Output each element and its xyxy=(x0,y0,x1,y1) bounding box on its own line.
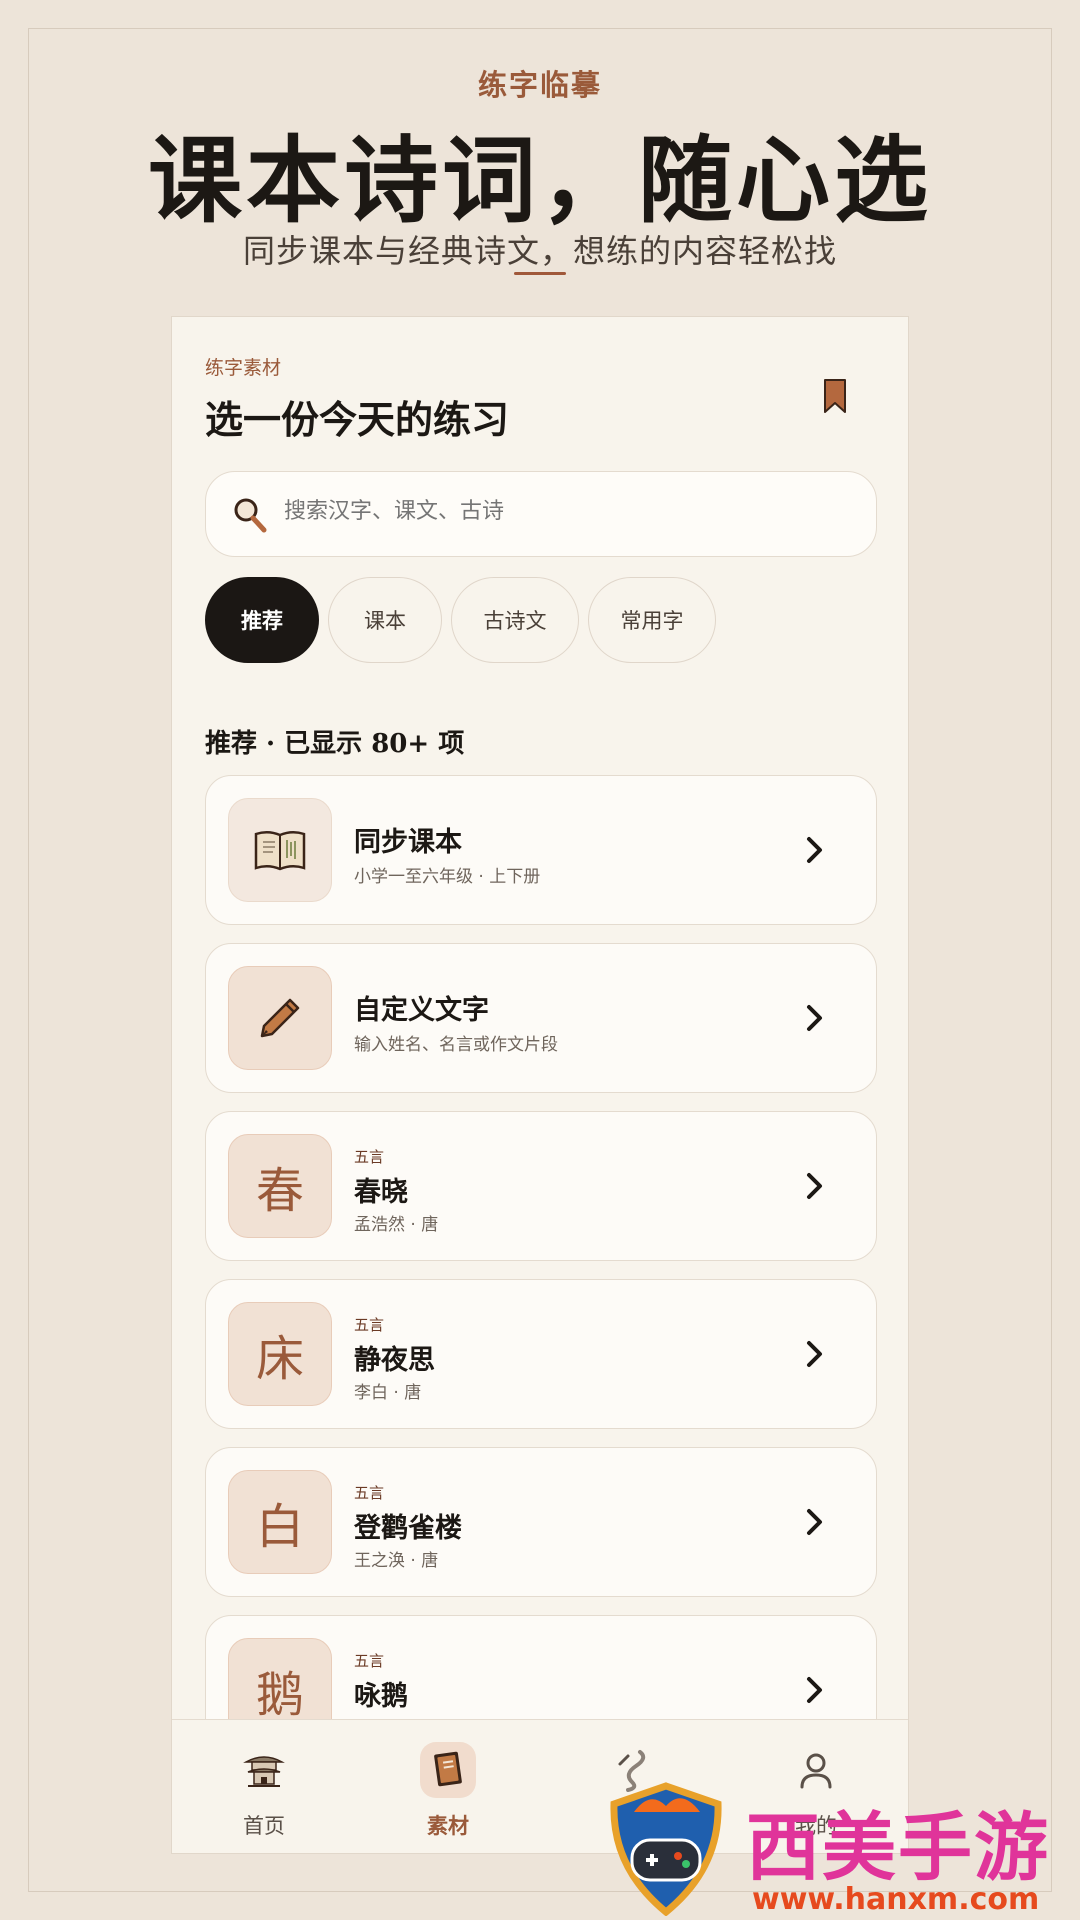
item-subtitle: 孟浩然 · 唐 xyxy=(354,1215,439,1235)
tab-home[interactable]: 首页 xyxy=(172,1720,356,1853)
item-subtitle: 李白 · 唐 xyxy=(354,1383,422,1403)
watermark-url: www.hanxm.com xyxy=(752,1882,1040,1917)
poem-initial-char: 白 xyxy=(255,1499,304,1555)
list-item-poem[interactable]: 白 五言 登鹳雀楼 王之涣 · 唐 xyxy=(205,1447,877,1597)
item-tag: 五言 xyxy=(354,1484,385,1502)
chip-recommended[interactable]: 推荐 xyxy=(205,577,319,663)
search-icon xyxy=(234,498,267,533)
tab-label: 素材 xyxy=(427,1814,469,1838)
site-watermark: 西美手游网 www.hanxm.com xyxy=(604,1782,1064,1920)
item-title: 同步课本 xyxy=(354,827,462,858)
book-icon xyxy=(254,831,306,871)
search-input[interactable] xyxy=(284,499,844,524)
tab-label: 首页 xyxy=(243,1814,285,1838)
list-item-custom-text[interactable]: 自定义文字 输入姓名、名言或作文片段 xyxy=(205,943,877,1093)
item-icon-box: 白 xyxy=(228,1470,332,1574)
item-icon-box xyxy=(228,798,332,902)
poem-initial-char: 春 xyxy=(255,1163,304,1219)
item-title: 登鹳雀楼 xyxy=(354,1513,462,1544)
item-title: 静夜思 xyxy=(354,1345,435,1376)
item-title: 自定义文字 xyxy=(354,995,489,1026)
item-title: 咏鹅 xyxy=(354,1681,408,1712)
bookmark-icon[interactable] xyxy=(823,379,847,413)
chevron-right-icon xyxy=(807,1005,822,1031)
search-bar[interactable] xyxy=(205,471,877,557)
chevron-right-icon xyxy=(807,1677,822,1703)
book-icon xyxy=(434,1751,462,1787)
poem-initial-char: 鹅 xyxy=(255,1667,304,1723)
item-tag: 五言 xyxy=(354,1316,385,1334)
pencil-icon xyxy=(260,998,300,1038)
chevron-right-icon xyxy=(807,1173,822,1199)
chip-classical-poems[interactable]: 古诗文 xyxy=(451,577,579,663)
header-eyebrow: 练字临摹 xyxy=(477,68,602,102)
hero-title: 课本诗词，随心选 xyxy=(147,126,932,236)
list-header: 推荐 · 已显示 80+ 项 xyxy=(205,729,465,759)
chevron-right-icon xyxy=(807,837,822,863)
chip-textbook[interactable]: 课本 xyxy=(328,577,442,663)
item-icon-box xyxy=(228,966,332,1070)
chip-common-chars[interactable]: 常用字 xyxy=(588,577,716,663)
screen-eyebrow: 练字素材 xyxy=(205,357,282,379)
poem-initial-char: 床 xyxy=(255,1331,304,1387)
item-subtitle: 小学一至六年级 · 上下册 xyxy=(354,867,541,887)
pagoda-icon xyxy=(243,1756,285,1787)
list-item-textbook[interactable]: 同步课本 小学一至六年级 · 上下册 xyxy=(205,775,877,925)
hero-underline xyxy=(514,272,566,275)
app-screen: 练字素材 选一份今天的练习 推荐 课本 古诗文 常用字 推荐 · 已显示 80+… xyxy=(171,316,909,1854)
screen-title: 选一份今天的练习 xyxy=(205,397,510,442)
gamepad-shield-logo-icon xyxy=(610,1782,722,1916)
hero-subtitle: 同步课本与经典诗文，想练的内容轻松找 xyxy=(242,232,837,270)
item-title: 春晓 xyxy=(354,1177,408,1208)
item-subtitle: 王之涣 · 唐 xyxy=(354,1551,439,1571)
item-subtitle: 输入姓名、名言或作文片段 xyxy=(354,1035,558,1055)
list-item-poem[interactable]: 床 五言 静夜思 李白 · 唐 xyxy=(205,1279,877,1429)
item-tag: 五言 xyxy=(354,1148,385,1166)
chevron-right-icon xyxy=(807,1509,822,1535)
tab-icon-box xyxy=(236,1742,292,1798)
item-tag: 五言 xyxy=(354,1652,385,1670)
list-item-poem[interactable]: 春 五言 春晓 孟浩然 · 唐 xyxy=(205,1111,877,1261)
item-icon-box: 床 xyxy=(228,1302,332,1406)
tab-materials[interactable]: 素材 xyxy=(356,1720,540,1853)
item-icon-box: 春 xyxy=(228,1134,332,1238)
tab-icon-box xyxy=(420,1742,476,1798)
chevron-right-icon xyxy=(807,1341,822,1367)
